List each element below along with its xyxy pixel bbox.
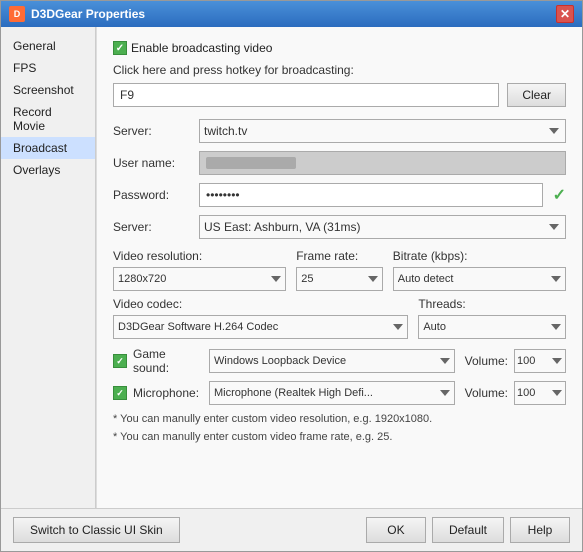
server-label: Server: (113, 124, 193, 138)
threads-label: Threads: (418, 297, 566, 311)
hint1: * You can manully enter custom video res… (113, 411, 566, 429)
game-sound-label: Game sound: (133, 347, 203, 375)
video-resolution-label: Video resolution: (113, 249, 286, 263)
sidebar-item-general[interactable]: General (1, 35, 95, 57)
username-row: User name: (113, 151, 566, 175)
main-panel: ✓ Enable broadcasting video Click here a… (96, 27, 582, 508)
server-row: Server: twitch.tv (113, 119, 566, 143)
sidebar-item-broadcast[interactable]: Broadcast (1, 137, 95, 159)
hint-text-area: * You can manully enter custom video res… (113, 411, 566, 446)
video-labels-row: Video resolution: 1280x720 1920x1080 854… (113, 249, 566, 291)
server2-select[interactable]: US East: Ashburn, VA (31ms) (199, 215, 566, 239)
password-label: Password: (113, 188, 193, 202)
hotkey-row: Clear (113, 83, 566, 107)
microphone-label: Microphone: (133, 386, 203, 400)
main-window: D D3DGear Properties ✕ General FPS Scree… (0, 0, 583, 552)
ok-button[interactable]: OK (366, 517, 426, 543)
sidebar: General FPS Screenshot Record Movie Broa… (1, 27, 96, 508)
sidebar-item-record-movie[interactable]: Record Movie (1, 101, 95, 137)
game-sound-volume-label: Volume: (465, 354, 508, 368)
server-select[interactable]: twitch.tv (199, 119, 566, 143)
enable-broadcasting-row: ✓ Enable broadcasting video (113, 41, 566, 55)
help-button[interactable]: Help (510, 517, 570, 543)
footer: Switch to Classic UI Skin OK Default Hel… (1, 508, 582, 551)
close-button[interactable]: ✕ (556, 5, 574, 23)
video-codec-label: Video codec: (113, 297, 408, 311)
footer-right-buttons: OK Default Help (366, 517, 570, 543)
frame-rate-label: Frame rate: (296, 249, 383, 263)
enable-broadcasting-label: Enable broadcasting video (131, 41, 272, 55)
codec-col: Video codec: D3DGear Software H.264 Code… (113, 297, 408, 339)
content-area: General FPS Screenshot Record Movie Broa… (1, 27, 582, 508)
bitrate-select[interactable]: Auto detect 1000 2000 3000 (393, 267, 566, 291)
clear-button[interactable]: Clear (507, 83, 566, 107)
title-bar: D D3DGear Properties ✕ (1, 1, 582, 27)
window-title: D3DGear Properties (31, 7, 145, 21)
game-sound-row: ✓ Game sound: Windows Loopback Device Vo… (113, 347, 566, 375)
username-label: User name: (113, 156, 193, 170)
server2-label: Server: (113, 220, 193, 234)
sidebar-item-overlays[interactable]: Overlays (1, 159, 95, 181)
bitrate-label: Bitrate (kbps): (393, 249, 566, 263)
hotkey-input[interactable] (113, 83, 499, 107)
microphone-volume-label: Volume: (465, 386, 508, 400)
hint2: * You can manully enter custom video fra… (113, 429, 566, 447)
hotkey-section-label: Click here and press hotkey for broadcas… (113, 63, 566, 77)
server2-row: Server: US East: Ashburn, VA (31ms) (113, 215, 566, 239)
game-sound-select[interactable]: Windows Loopback Device (209, 349, 455, 373)
microphone-checkbox[interactable]: ✓ (113, 386, 127, 400)
sidebar-item-fps[interactable]: FPS (1, 57, 95, 79)
microphone-row: ✓ Microphone: Microphone (Realtek High D… (113, 381, 566, 405)
codec-row: Video codec: D3DGear Software H.264 Code… (113, 297, 566, 339)
video-resolution-select[interactable]: 1280x720 1920x1080 854x480 (113, 267, 286, 291)
threads-col: Threads: Auto 1 2 4 (418, 297, 566, 339)
frame-rate-select[interactable]: 25 30 60 (296, 267, 383, 291)
password-input[interactable] (199, 183, 543, 207)
sidebar-item-screenshot[interactable]: Screenshot (1, 79, 95, 101)
enable-broadcasting-checkbox[interactable]: ✓ (113, 41, 127, 55)
threads-select[interactable]: Auto 1 2 4 (418, 315, 566, 339)
bitrate-col: Bitrate (kbps): Auto detect 1000 2000 30… (393, 249, 566, 291)
title-bar-left: D D3DGear Properties (9, 6, 145, 22)
framerate-col: Frame rate: 25 30 60 (296, 249, 383, 291)
resolution-col: Video resolution: 1280x720 1920x1080 854… (113, 249, 286, 291)
game-sound-checkbox[interactable]: ✓ (113, 354, 127, 368)
default-button[interactable]: Default (432, 517, 504, 543)
microphone-volume-select[interactable]: 100 75 50 (514, 381, 566, 405)
classic-skin-button[interactable]: Switch to Classic UI Skin (13, 517, 180, 543)
password-row: Password: ✓ (113, 183, 566, 207)
app-icon: D (9, 6, 25, 22)
microphone-select[interactable]: Microphone (Realtek High Defi... (209, 381, 455, 405)
password-valid-icon: ✓ (553, 185, 566, 205)
game-sound-volume-select[interactable]: 100 75 50 (514, 349, 566, 373)
video-codec-select[interactable]: D3DGear Software H.264 Codec (113, 315, 408, 339)
